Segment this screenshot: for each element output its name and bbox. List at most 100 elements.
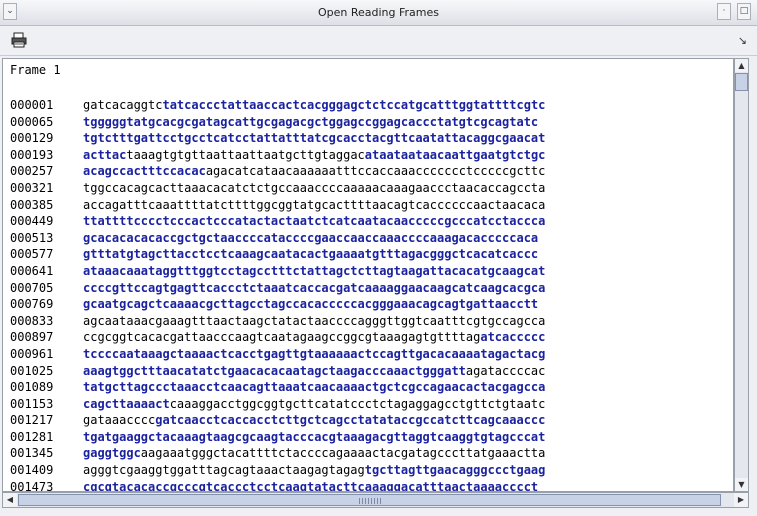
sequence-rows: 000001 gatcacaggtctatcaccctattaaccactcacg…: [10, 97, 546, 492]
sequence-row: 000193 acttactaaagtgtgttaattaattaatgcttgt…: [10, 147, 545, 164]
horizontal-scroll-thumb[interactable]: [18, 494, 721, 506]
sequence-row: 000385 accagatttcaaattttatcttttggcggtatgc…: [10, 197, 545, 214]
sequence-row: 000449 ttattttcccctcccactcccatactactaatct…: [10, 213, 545, 230]
sequence-text: aaagtggctttaacatatctgaacacacaatagctaagac…: [83, 364, 545, 378]
sequence-text: agggtcgaaggtggatttagcagtaaactaagagtagagt…: [83, 463, 545, 477]
sequence-row: 001281 tgatgaaggctacaaagtaagcgcaagtacccac…: [10, 429, 545, 446]
sequence-text: gcacacacacaccgctgctaaccccataccccgaaccaac…: [83, 231, 538, 245]
sequence-text: acttactaaagtgtgttaattaattaatgcttgtaggaca…: [83, 148, 545, 162]
orf-text-area[interactable]: Frame 1 000001 gatcacaggtctatcaccctattaac…: [2, 58, 734, 492]
orf-segment: gaggtggc: [83, 446, 141, 461]
sequence-row: 001217 gataaaccccgatcaacctcaccacctcttgctc…: [10, 412, 545, 429]
orf-segment: cgcgtacacaccgcccgtcaccctcctcaagtatacttca…: [83, 479, 539, 492]
sequence-position: 000833: [10, 313, 54, 328]
orf-segment: ataaacaaataggtttggtcctagcctttctattagctct…: [83, 263, 546, 278]
vertical-scrollbar[interactable]: ▲ ▼: [734, 58, 749, 492]
non-orf-segment: accagatttcaaattttatcttttggcggtatgcactttt…: [83, 197, 546, 212]
scroll-down-arrow-icon[interactable]: ▼: [735, 478, 748, 491]
frame-label: Frame 1: [10, 63, 61, 77]
sequence-position: 000065: [10, 114, 54, 129]
sequence-position: 001409: [10, 463, 54, 478]
non-orf-segment: gataaacccc: [83, 413, 156, 428]
sequence-position: 000769: [10, 297, 54, 312]
orf-segment: tgtctttgattcctgcctcatcctattatttatcgcacct…: [83, 131, 546, 146]
orf-segment: gtttatgtagcttacctcctcaaagcaatacactgaaaat…: [83, 247, 539, 262]
orf-segment: acttac: [83, 147, 127, 162]
sequence-row: 000897 ccgcggtcacacgattaacccaagtcaatagaag…: [10, 329, 545, 346]
non-orf-segment: gatcacaggtc: [83, 98, 163, 112]
sequence-position: 000641: [10, 263, 54, 278]
maximize-button[interactable]: □: [737, 3, 751, 20]
orf-segment: ataataataacaattgaatgtctgc: [364, 147, 546, 162]
sequence-position: 000001: [10, 98, 54, 112]
sequence-row: 001345 gaggtggcaagaaatgggctacattttctacccc…: [10, 445, 545, 462]
non-orf-segment: tggccacagcacttaaacacatctctgccaaaccccaaaa…: [83, 180, 546, 195]
resize-corner-icon[interactable]: ↘: [738, 34, 747, 47]
grip-icon: [358, 498, 381, 504]
sequence-text: gcaatgcagctcaaaacgcttagcctagccacacccccac…: [83, 297, 538, 311]
sequence-position: 001025: [10, 363, 54, 378]
sequence-text: tgggggtatgcacgcgatagcattgcgagacgctggagcc…: [83, 115, 538, 129]
toolbar: ↘: [0, 26, 757, 56]
sequence-row: 001409 agggtcgaaggtggatttagcagtaaactaagag…: [10, 462, 545, 479]
sequence-text: gataaaccccgatcaacctcaccacctcttgctcagccta…: [83, 413, 545, 427]
sequence-row: 000577 gtttatgtagcttacctcctcaaagcaatacact…: [10, 246, 545, 263]
sequence-row: 000065 tgggggtatgcacgcgatagcattgcgagacgct…: [10, 114, 545, 131]
non-orf-segment: agcaataaacgaaagtttaactaagctatactaaccccag…: [83, 313, 546, 328]
orf-segment: aaagtggctttaacatatctgaacacacaatagctaagac…: [83, 363, 466, 378]
sequence-position: 000321: [10, 180, 54, 195]
non-orf-segment: agacatcataacaaaaaatttccaccaaaccccccctccc…: [205, 164, 546, 179]
orf-segment: cagcttaaaact: [83, 396, 170, 411]
vertical-scroll-thumb[interactable]: [735, 73, 748, 91]
scroll-up-arrow-icon[interactable]: ▲: [735, 59, 748, 72]
sequence-position: 001281: [10, 429, 54, 444]
non-orf-segment: taaagtgtgttaattaattaatgcttgtaggac: [126, 147, 365, 162]
orf-segment: tatgcttagccctaaacctcaacagttaaatcaacaaaac…: [83, 380, 546, 395]
sequence-row: 000129 tgtctttgattcctgcctcatcctattatttatc…: [10, 130, 545, 147]
sequence-text: gaggtggcaagaaatgggctacattttctaccccagaaaa…: [83, 446, 545, 460]
minimize-button[interactable]: ·: [717, 3, 731, 20]
sequence-position: 000705: [10, 280, 54, 295]
sequence-row: 001025 aaagtggctttaacatatctgaacacacaatagc…: [10, 363, 545, 380]
sequence-position: 000961: [10, 346, 54, 361]
orf-segment: tccccaataaagctaaaactcacctgagttgtaaaaaact…: [83, 346, 546, 361]
sequence-text: cagcttaaaactcaaaggacctggcggtgcttcatatccc…: [83, 397, 545, 411]
orf-segment: gatcaacctcaccacctcttgctcagcctatataccgcca…: [155, 413, 546, 428]
sequence-text: gtttatgtagcttacctcctcaaagcaatacactgaaaat…: [83, 247, 538, 261]
sequence-text: accagatttcaaattttatcttttggcggtatgcactttt…: [83, 198, 545, 212]
sequence-row: 000513 gcacacacacaccgctgctaaccccataccccga…: [10, 230, 545, 247]
orf-segment: tatcaccctattaaccactcacgggagctctccatgcatt…: [162, 98, 546, 112]
window-title: Open Reading Frames: [317, 6, 440, 19]
sequence-text: ataaacaaataggtttggtcctagcctttctattagctct…: [83, 264, 545, 278]
non-orf-segment: agggtcgaaggtggatttagcagtaaactaagagtagag: [83, 463, 365, 478]
sequence-row: 000641 ataaacaaataggtttggtcctagcctttctatt…: [10, 263, 545, 280]
sequence-row: 000321 tggccacagcacttaaacacatctctgccaaacc…: [10, 180, 545, 197]
sequence-text: cgcgtacacaccgcccgtcaccctcctcaagtatacttca…: [83, 479, 539, 492]
sequence-text: tggccacagcacttaaacacatctctgccaaaccccaaaa…: [83, 181, 545, 195]
sequence-text: ttattttcccctcccactcccatactactaatctcatcaa…: [83, 214, 545, 228]
printer-icon[interactable]: [10, 31, 28, 49]
orf-segment: atcaccccc: [480, 330, 546, 345]
sequence-position: 000129: [10, 131, 54, 146]
sequence-row: 000769 gcaatgcagctcaaaacgcttagcctagccacac…: [10, 296, 545, 313]
non-orf-segment: caaaggacctggcggtgcttcatatccctctagaggagcc…: [169, 396, 546, 411]
orf-segment: gcacacacacaccgctgctaaccccataccccgaaccaac…: [83, 230, 539, 245]
sequence-position: 000513: [10, 230, 54, 245]
sequence-row: 001153 cagcttaaaactcaaaggacctggcggtgcttca…: [10, 396, 545, 413]
sequence-position: 000449: [10, 214, 54, 229]
scroll-left-arrow-icon[interactable]: ◀: [3, 493, 17, 507]
horizontal-scrollbar[interactable]: ◀ ▶: [2, 492, 749, 508]
orf-segment: ttattttcccctcccactcccatactactaatctcatcaa…: [83, 214, 546, 229]
sequence-position: 000577: [10, 247, 54, 262]
sequence-text: tatgcttagccctaaacctcaacagttaaatcaacaaaac…: [83, 380, 545, 394]
sequence-row: 000705 ccccgttccagtgagttcaccctctaaatcacca…: [10, 280, 545, 297]
non-orf-segment: ccgcggtcacacgattaacccaagtcaatagaagccggcg…: [83, 330, 481, 345]
sequence-text: acagccactttccacacagacatcataacaaaaaatttcc…: [83, 164, 545, 178]
orf-segment: tgggggtatgcacgcgatagcattgcgagacgctggagcc…: [83, 114, 539, 129]
scroll-right-arrow-icon[interactable]: ▶: [734, 493, 748, 507]
orf-segment: tgatgaaggctacaaagtaagcgcaagtacccacgtaaag…: [83, 429, 546, 444]
sequence-position: 000257: [10, 164, 54, 179]
sequence-position: 000193: [10, 147, 54, 162]
orf-segment: gcaatgcagctcaaaacgcttagcctagccacacccccac…: [83, 297, 539, 312]
sequence-row: 000833 agcaataaacgaaagtttaactaagctatactaa…: [10, 313, 545, 330]
